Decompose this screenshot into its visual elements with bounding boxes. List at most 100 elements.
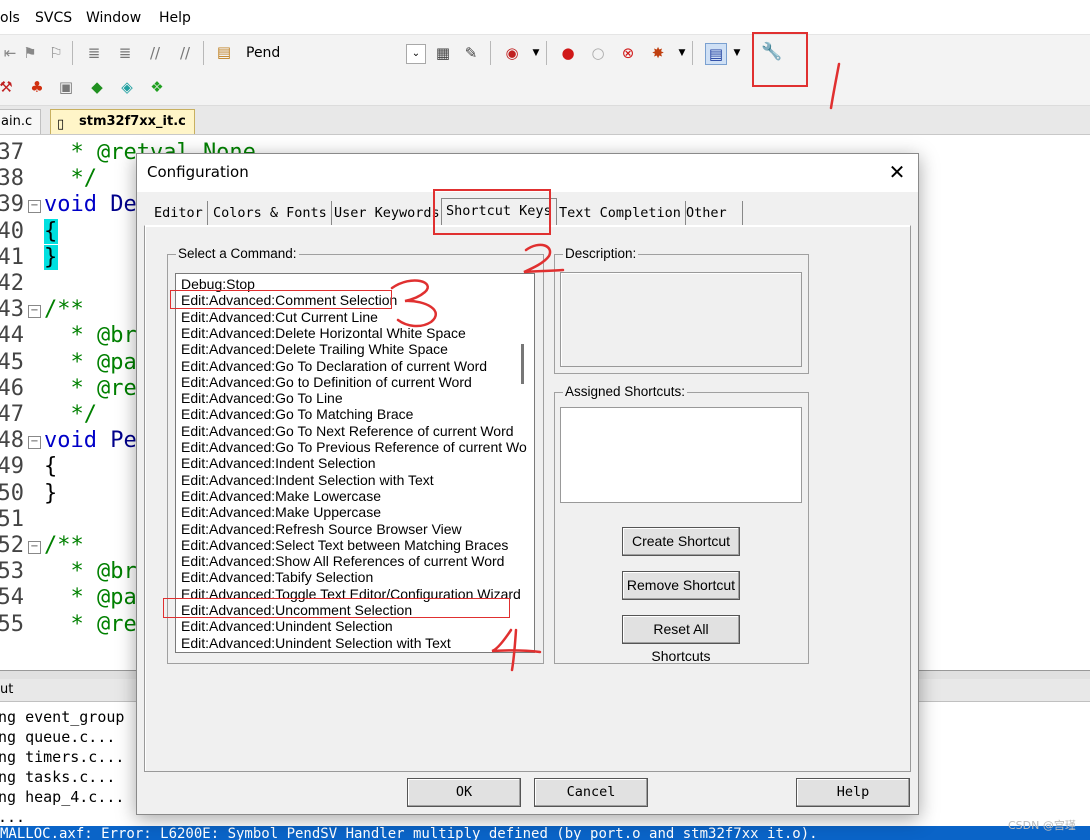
comment-icon[interactable]: // bbox=[145, 43, 165, 63]
command-list-item[interactable]: Edit:Advanced:Unindent Selection with Te… bbox=[181, 635, 451, 651]
file-tab-bar: ain.c ▯ stm32f7xx_it.c bbox=[0, 106, 1090, 135]
select-pack-icon[interactable]: ▣ bbox=[56, 77, 76, 97]
ok-button[interactable]: OK bbox=[407, 778, 521, 807]
create-shortcut-button[interactable]: Create Shortcut bbox=[622, 527, 740, 556]
line-number: 37 bbox=[0, 140, 24, 165]
code-line[interactable]: */ bbox=[44, 166, 97, 191]
fold-toggle-icon[interactable]: − bbox=[28, 200, 41, 214]
code-line[interactable]: } bbox=[44, 481, 58, 506]
code-line[interactable]: { bbox=[44, 218, 58, 244]
incremental-find-icon[interactable]: ✎ bbox=[461, 43, 481, 63]
find-icon[interactable]: ▦ bbox=[433, 43, 453, 63]
code-line[interactable]: * @pa bbox=[44, 585, 136, 610]
code-line[interactable]: */ bbox=[44, 402, 97, 427]
command-list-item[interactable]: Edit:Advanced:Go To Declaration of curre… bbox=[181, 358, 487, 374]
watermark: CSDN @宫瑾 bbox=[1008, 819, 1076, 832]
command-list-item[interactable]: Edit:Advanced:Unindent Selection bbox=[181, 618, 393, 634]
command-list-item[interactable]: Edit:Advanced:Go To Previous Reference o… bbox=[181, 439, 527, 455]
reset-all-shortcuts-button[interactable]: Reset All Shortcuts bbox=[622, 615, 740, 664]
menu-help[interactable]: Help bbox=[159, 10, 191, 26]
line-number: 52 bbox=[0, 533, 24, 558]
code-line[interactable]: * @re bbox=[44, 376, 136, 401]
code-line[interactable]: void De bbox=[44, 192, 137, 217]
indent-right-icon[interactable]: ≣ bbox=[84, 43, 104, 63]
command-list-item[interactable]: Edit:Advanced:Indent Selection with Text bbox=[181, 472, 434, 488]
code-line[interactable]: void Pe bbox=[44, 428, 137, 453]
tab-user-keywords[interactable]: User Keywords bbox=[330, 201, 445, 225]
tab-colors-fonts[interactable]: Colors & Fonts bbox=[209, 201, 332, 225]
command-list-item[interactable]: Edit:Advanced:Go To Matching Brace bbox=[181, 406, 413, 422]
tab-main-c[interactable]: ain.c bbox=[0, 109, 42, 134]
options-icon[interactable]: ⚒ bbox=[0, 77, 16, 97]
tab-text-completion[interactable]: Text Completion bbox=[555, 201, 686, 225]
menu-tools[interactable]: ols bbox=[0, 10, 20, 26]
chevron-down-icon[interactable]: ▼ bbox=[727, 43, 747, 63]
assigned-shortcuts-list[interactable] bbox=[560, 407, 802, 503]
command-list-item[interactable]: Edit:Advanced:Refresh Source Browser Vie… bbox=[181, 521, 462, 537]
tab-stm32f7xx-it-c[interactable]: ▯ stm32f7xx_it.c bbox=[50, 109, 195, 134]
command-list[interactable]: Debug:Stop Edit:Advanced:Comment Selectio… bbox=[175, 273, 535, 653]
code-line[interactable]: * @br bbox=[44, 559, 136, 584]
run-time-env-icon[interactable]: ◈ bbox=[117, 77, 137, 97]
menu-svcs[interactable]: SVCS bbox=[35, 10, 72, 26]
uncomment-icon[interactable]: // bbox=[175, 43, 195, 63]
window-layout-icon[interactable]: ▤ bbox=[705, 43, 727, 65]
fold-toggle-icon[interactable]: − bbox=[28, 436, 41, 450]
indent-icon[interactable]: ⇤ bbox=[0, 43, 20, 63]
code-line[interactable]: * @re bbox=[44, 612, 136, 637]
command-list-item[interactable]: Edit:Advanced:Go to Definition of curren… bbox=[181, 374, 472, 390]
code-line[interactable]: /** bbox=[44, 533, 84, 558]
code-line[interactable]: { bbox=[44, 454, 58, 479]
code-line[interactable]: } bbox=[44, 244, 58, 270]
clear-breakpoints-icon[interactable]: ⊗ bbox=[618, 43, 638, 63]
dialog-title: Configuration bbox=[147, 163, 249, 181]
find-in-files-icon[interactable]: ▤ bbox=[214, 42, 234, 62]
remove-shortcut-button[interactable]: Remove Shortcut bbox=[622, 571, 740, 600]
disable-breakpoint-icon[interactable]: ○ bbox=[588, 43, 608, 63]
tab-editor[interactable]: Editor bbox=[150, 201, 208, 225]
line-number: 42 bbox=[0, 271, 24, 296]
manage-project-icon[interactable]: ♣ bbox=[27, 77, 47, 97]
chevron-down-icon[interactable]: ▼ bbox=[526, 43, 546, 63]
command-list-item[interactable]: Edit:Advanced:Go To Line bbox=[181, 390, 343, 406]
chevron-down-icon[interactable]: ▼ bbox=[672, 43, 692, 63]
fold-toggle-icon[interactable]: − bbox=[28, 305, 41, 319]
close-icon[interactable]: ✕ bbox=[885, 160, 909, 184]
bookmark-icon[interactable]: ⚑ bbox=[20, 43, 40, 63]
command-list-item[interactable]: Edit:Advanced:Delete Horizontal White Sp… bbox=[181, 325, 466, 341]
list-scrollbar[interactable] bbox=[521, 344, 524, 384]
output-line: ng tasks.c... bbox=[0, 768, 116, 786]
command-list-item[interactable]: Edit:Advanced:Indent Selection bbox=[181, 455, 376, 471]
unindent-icon[interactable]: ≣ bbox=[115, 43, 135, 63]
command-list-item[interactable]: Edit:Advanced:Delete Trailing White Spac… bbox=[181, 341, 448, 357]
annotation-box-comment-selection bbox=[170, 290, 392, 309]
line-number: 43 bbox=[0, 297, 24, 323]
command-list-item[interactable]: Edit:Advanced:Go To Next Reference of cu… bbox=[181, 423, 514, 439]
annotation-box-uncomment-selection bbox=[163, 598, 510, 618]
code-line[interactable]: * @br bbox=[44, 323, 136, 348]
command-list-item[interactable]: Edit:Advanced:Select Text between Matchi… bbox=[181, 537, 508, 553]
cancel-button[interactable]: Cancel bbox=[534, 778, 648, 807]
menu-window[interactable]: Window bbox=[86, 10, 141, 26]
bookmark-clear-icon[interactable]: ⚐ bbox=[46, 43, 66, 63]
tab-other[interactable]: Other bbox=[682, 201, 743, 225]
help-button[interactable]: Help bbox=[796, 778, 910, 807]
command-list-item[interactable]: Edit:Advanced:Make Uppercase bbox=[181, 504, 381, 520]
kill-breakpoints-icon[interactable]: ✸ bbox=[648, 43, 668, 63]
search-combo-value[interactable]: Pend bbox=[246, 45, 280, 61]
chevron-down-icon[interactable]: ⌄ bbox=[406, 44, 426, 64]
breakpoint-icon[interactable]: ● bbox=[558, 43, 578, 63]
toolbar-separator bbox=[490, 41, 491, 65]
code-line[interactable]: * @pa bbox=[44, 350, 136, 375]
fold-toggle-icon[interactable]: − bbox=[28, 541, 41, 554]
debug-session-icon[interactable]: ◉ bbox=[502, 43, 522, 63]
command-list-item[interactable]: Edit:Advanced:Show All References of cur… bbox=[181, 553, 504, 569]
code-line[interactable]: /** bbox=[44, 297, 84, 322]
pack-installer-icon[interactable]: ◆ bbox=[87, 77, 107, 97]
command-list-item[interactable]: Edit:Advanced:Make Lowercase bbox=[181, 488, 381, 504]
event-viewer-icon[interactable]: ❖ bbox=[147, 77, 167, 97]
command-list-item[interactable]: Edit:Advanced:Cut Current Line bbox=[181, 309, 378, 325]
command-list-item[interactable]: Edit:Advanced:Tabify Selection bbox=[181, 569, 373, 585]
toolbar-separator bbox=[203, 41, 204, 65]
line-number: 50 bbox=[0, 480, 24, 506]
